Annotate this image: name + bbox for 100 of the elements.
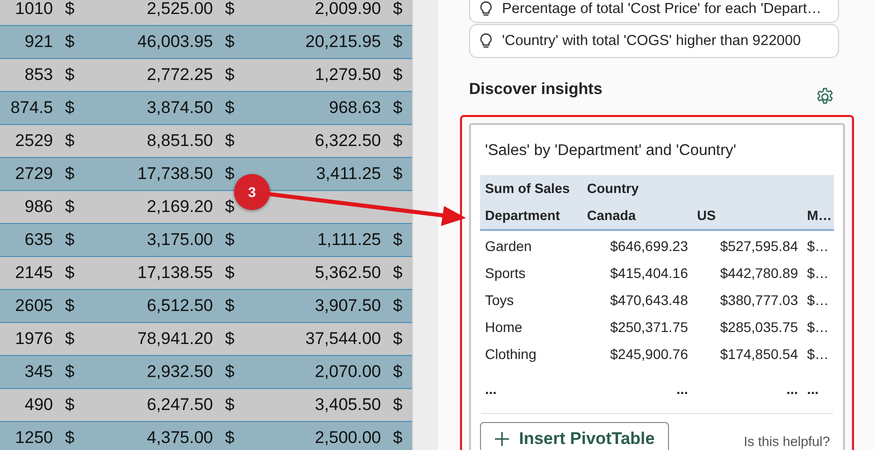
table-cell-text: $	[224, 296, 236, 316]
table-cell-text: 2529	[14, 131, 53, 151]
table-cell-text: $245,900.76	[609, 345, 689, 364]
table-cell-text: 2145	[14, 263, 53, 283]
table-cell-text: 921	[24, 32, 53, 52]
table-cell-text: 874.5	[9, 98, 53, 118]
table-cell-text: 3,405.50	[314, 395, 381, 415]
table-cell-text: $646,699.23	[609, 237, 689, 256]
table-cell-text: 3,874.50	[146, 98, 213, 118]
table-cell-text: Toys	[484, 291, 515, 310]
table-cell-text: $	[224, 197, 236, 217]
table-cell-text: $	[64, 32, 76, 52]
table-cell-text: $	[392, 65, 404, 85]
table-cell-text: $	[392, 164, 404, 184]
table-cell-text: $	[392, 296, 404, 316]
table-cell-text: $	[64, 230, 76, 250]
table-cell-text: 2605	[14, 296, 53, 316]
table-cell-text: $	[392, 0, 404, 19]
table-cell-text: $	[224, 329, 236, 349]
table-cell-text: $	[392, 98, 404, 118]
table-cell-text: Home	[484, 318, 524, 337]
table-cell-text: 1,111.25	[316, 230, 381, 250]
section-heading: Discover insights	[469, 81, 602, 99]
table-cell-text: $	[64, 197, 76, 217]
table-cell-text: 6,512.50	[146, 296, 213, 316]
table-cell-text: 6,322.50	[314, 131, 381, 151]
table-cell-text: $	[224, 230, 236, 250]
table-cell-text: 490	[24, 395, 53, 415]
more-indicator: ...	[806, 380, 820, 395]
column-header: Country	[586, 180, 640, 198]
table-cell-text: $…	[806, 345, 830, 364]
table-cell-text: $	[224, 164, 236, 184]
column-header: Canada	[586, 207, 637, 225]
table-cell-text: $250,371.75	[609, 318, 689, 337]
table-cell-text: 968.63	[328, 98, 381, 118]
table-cell-text: $	[392, 230, 404, 250]
table-cell-text: $	[64, 395, 76, 415]
table-cell-text: $	[224, 0, 236, 19]
table-cell-text: $	[224, 98, 236, 118]
lightbulb-icon	[480, 33, 492, 49]
table-cell-text: 2,932.50	[146, 362, 213, 382]
table-cell-text: 3,175.00	[146, 230, 213, 250]
table-cell-text: 1976	[14, 329, 53, 349]
table-cell-text: 635	[24, 230, 53, 250]
lightbulb-icon	[480, 1, 492, 17]
table-cell-text: $…	[806, 318, 830, 337]
table-cell-text: $527,595.84	[719, 237, 799, 256]
suggestion-button[interactable]: 'Country' with total 'COGS' higher than 922000	[469, 24, 839, 58]
plus-icon	[494, 431, 510, 447]
table-cell-text: 2,169.20	[146, 197, 213, 217]
table-cell-text: 2,070.00	[314, 362, 381, 382]
table-cell-text: $	[64, 362, 76, 382]
table-cell-text: $	[392, 263, 404, 283]
table-cell-text: 46,003.95	[136, 32, 213, 52]
table-cell-text: $174,850.54	[719, 345, 799, 364]
table-cell-text: 20,215.95	[304, 32, 381, 52]
suggestion-button[interactable]: Percentage of total 'Cost Price' for each 'Depart…	[469, 0, 839, 23]
table-cell-text: 2729	[14, 164, 53, 184]
table-cell-text: 1010	[14, 0, 53, 19]
table-cell-text: $	[224, 362, 236, 382]
card-title: 'Sales' by 'Department' and 'Country'	[485, 142, 738, 160]
table-cell-text: $	[64, 428, 76, 448]
table-cell-text: $	[392, 329, 404, 349]
table-cell-text: $	[224, 263, 236, 283]
table-cell-text: 345	[24, 362, 53, 382]
table-cell-text: $	[392, 362, 404, 382]
table-cell-text: Garden	[484, 237, 533, 256]
table-cell-text: $	[392, 131, 404, 151]
table-cell-text: $415,404.16	[609, 264, 689, 283]
table-cell-text: $	[64, 98, 76, 118]
table-cell-text: $…	[806, 264, 830, 283]
insert-pivottable-button[interactable]: Insert PivotTable	[480, 422, 669, 450]
table-cell-text: $	[224, 428, 236, 448]
column-header: Department	[484, 207, 562, 225]
table-cell-text: 78,941.20	[136, 329, 213, 349]
table-cell-text: 3,411.25	[315, 164, 381, 184]
table-cell-text: $	[64, 263, 76, 283]
table-cell-text: $	[392, 428, 404, 448]
table-cell-text: 37,544.00	[304, 329, 381, 349]
table-cell-text: $…	[806, 291, 830, 310]
table-cell-text: $	[392, 395, 404, 415]
column-header: US	[696, 207, 717, 225]
table-cell-text: Sports	[484, 264, 526, 283]
table-cell-text: 853	[24, 65, 53, 85]
table-cell-text: $	[224, 131, 236, 151]
table-cell-text: $	[64, 65, 76, 85]
table-cell-text: 1250	[14, 428, 53, 448]
table-cell-text: Clothing	[484, 345, 538, 364]
table-cell-text: $285,035.75	[719, 318, 799, 337]
table-cell-text: $	[64, 164, 76, 184]
table-cell-text: 8,851.50	[146, 131, 213, 151]
table-cell-text: $442,780.89	[719, 264, 799, 283]
table-cell-text: 2,525.00	[146, 0, 213, 19]
table-cell-text: 2,500.00	[314, 428, 381, 448]
column-header: Sum of Sales	[484, 180, 571, 198]
table-cell-text: $380,777.03	[719, 291, 799, 310]
table-cell-text: $	[392, 32, 404, 52]
table-cell-text: 5,362.50	[314, 263, 381, 283]
table-cell-text: 4,375.00	[146, 428, 213, 448]
table-cell-text: 2,772.25	[146, 65, 213, 85]
